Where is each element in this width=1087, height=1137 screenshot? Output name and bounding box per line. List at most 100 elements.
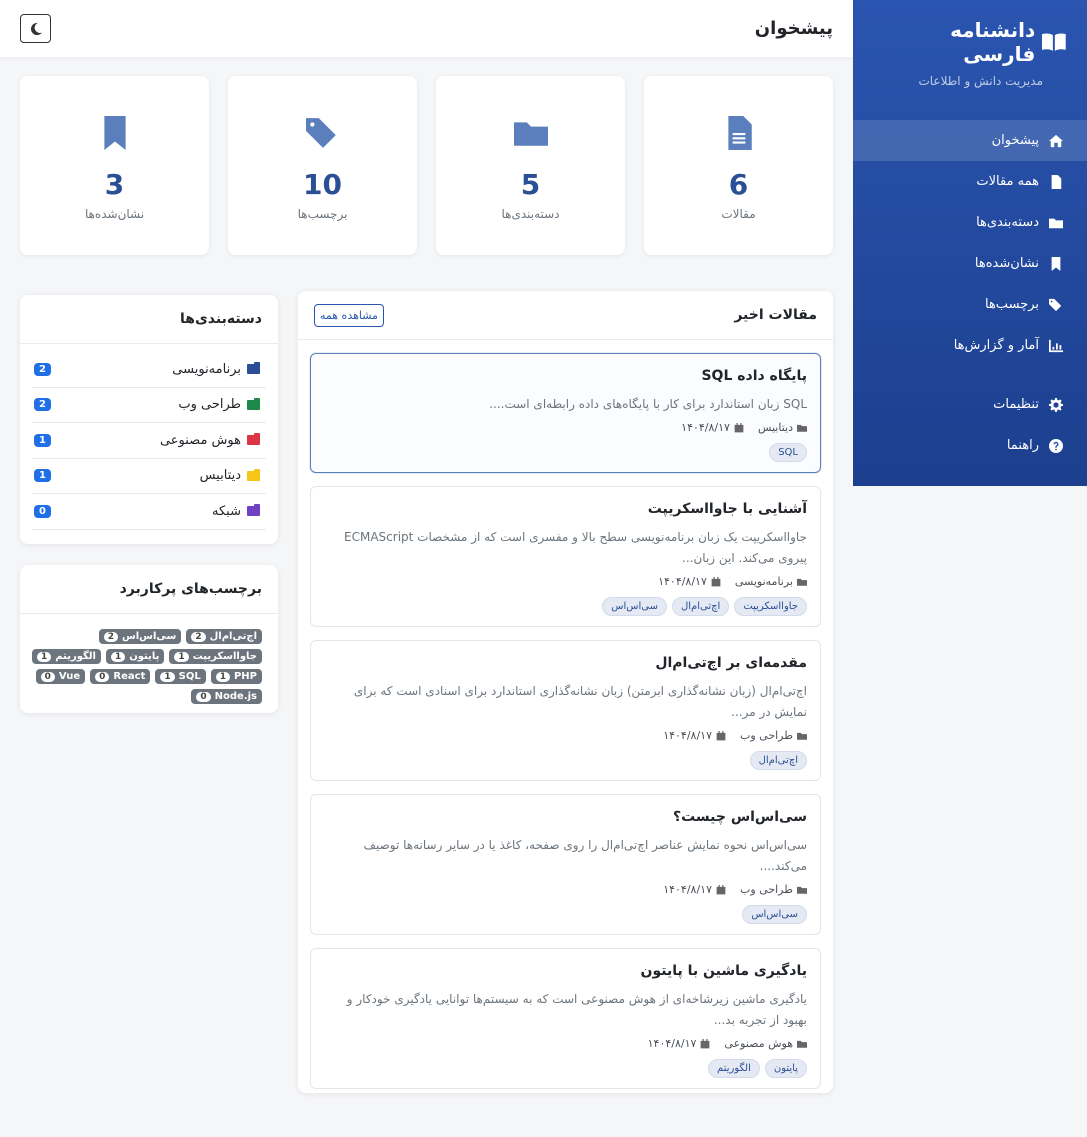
article-meta: دیتابیس ۱۴۰۴/۸/۱۷ — [324, 421, 807, 434]
stat-value: 10 — [303, 168, 342, 201]
tag-count: 1 — [174, 651, 189, 662]
folder-icon — [797, 1040, 807, 1048]
cloud-tag[interactable]: Vue 0 — [35, 669, 86, 684]
calendar-icon — [701, 1038, 710, 1048]
moon-icon — [30, 22, 42, 35]
tag-name: Node.js — [214, 691, 257, 702]
article-title[interactable]: سی‌اس‌اس چیست؟ — [324, 809, 807, 825]
recent-articles-card: مقالات اخیر مشاهده همه پایگاه داده SQL S… — [298, 291, 833, 1093]
cloud-tag[interactable]: جاوااسکریپت 1 — [169, 649, 262, 664]
sidebar-item-label: پیشخوان — [991, 133, 1039, 148]
cloud-tag[interactable]: پایتون 1 — [105, 649, 165, 664]
sidebar-item-label: برچسب‌ها — [984, 297, 1039, 312]
cloud-tag[interactable]: اچ‌تی‌ام‌ال 2 — [186, 629, 262, 644]
category-count-badge: 1 — [34, 469, 51, 483]
article-item[interactable]: یادگیری ماشین با پایتون یادگیری ماشین زی… — [310, 948, 821, 1089]
tag-count: 1 — [37, 651, 52, 662]
article-item[interactable]: آشنایی با جاوااسکریپت جاوااسکریپت یک زبا… — [310, 486, 821, 627]
article-tag[interactable]: سی‌اس‌اس — [602, 597, 667, 616]
article-tags: پایتون الگوریتم — [324, 1059, 807, 1078]
cloud-tag[interactable]: الگوریتم 1 — [32, 649, 101, 664]
view-all-button[interactable]: مشاهده همه — [314, 303, 384, 327]
page-title: پیشخوان — [754, 18, 833, 39]
category-item[interactable]: شبکه 0 — [32, 494, 266, 530]
cloud-tag[interactable]: PHP 1 — [210, 669, 262, 684]
stat-card-categories[interactable]: 5 دسته‌بندی‌ها — [436, 76, 625, 255]
article-title[interactable]: پایگاه داده SQL — [324, 368, 807, 384]
recent-articles-title: مقالات اخیر — [734, 307, 817, 323]
category-item[interactable]: هوش مصنوعی 1 — [32, 423, 266, 459]
article-tag[interactable]: الگوریتم — [708, 1059, 760, 1078]
category-item[interactable]: دیتابیس 1 — [32, 459, 266, 494]
folder-icon — [797, 886, 807, 894]
category-item[interactable]: برنامه‌نویسی 2 — [32, 352, 266, 388]
article-excerpt: جاوااسکریپت یک زبان برنامه‌نویسی سطح بال… — [344, 530, 807, 565]
cloud-tag[interactable]: Node.js 0 — [191, 689, 262, 704]
chart-icon — [1049, 339, 1063, 352]
categories-card: دسته‌بندی‌ها برنامه‌نویسی 2 طراحی وب 2 ه… — [20, 295, 278, 544]
sidebar-item-articles[interactable]: همه مقالات — [853, 161, 1087, 202]
sidebar: دانشنامه فارسی مدیریت دانش و اطلاعات پیش… — [853, 0, 1087, 486]
article-title[interactable]: مقدمه‌ای بر اچ‌تی‌ام‌ال — [324, 655, 807, 671]
sidebar-item-help[interactable]: راهنما — [853, 425, 1087, 466]
sidebar-item-bookmarks[interactable]: نشان‌شده‌ها — [853, 243, 1087, 284]
folder-icon — [1049, 218, 1063, 228]
stat-label: دسته‌بندی‌ها — [501, 207, 560, 221]
sidebar-item-reports[interactable]: آمار و گزارش‌ها — [853, 325, 1087, 366]
tag-cloud: اچ‌تی‌ام‌ال 2 سی‌اس‌اس 2 جاوااسکریپت 1 پایت… — [20, 614, 278, 704]
article-meta: برنامه‌نویسی ۱۴۰۴/۸/۱۷ — [324, 575, 807, 588]
cloud-tag[interactable]: React 0 — [90, 669, 151, 684]
article-title[interactable]: یادگیری ماشین با پایتون — [324, 963, 807, 979]
home-icon — [1049, 134, 1063, 147]
folder-icon — [513, 122, 548, 146]
category-name: برنامه‌نویسی — [172, 361, 241, 377]
category-name: شبکه — [212, 503, 241, 519]
article-category: طراحی وب — [739, 883, 793, 896]
cloud-tag[interactable]: SQL 1 — [155, 669, 206, 684]
tag-count: 0 — [196, 691, 211, 702]
stat-value: 6 — [728, 168, 749, 201]
file-icon — [727, 116, 752, 150]
article-tag[interactable]: اچ‌تی‌ام‌ال — [671, 597, 730, 616]
article-item[interactable]: مقدمه‌ای بر اچ‌تی‌ام‌ال اچ‌تی‌ام‌ال (زبا… — [310, 640, 821, 781]
stat-card-articles[interactable]: 6 مقالات — [644, 76, 833, 255]
folder-icon — [797, 424, 807, 432]
article-tags: اچ‌تی‌ام‌ال — [324, 751, 807, 770]
article-excerpt: یادگیری ماشین زیرشاخه‌ای از هوش مصنوعی ا… — [346, 992, 807, 1027]
calendar-icon — [716, 884, 726, 894]
article-tag[interactable]: پایتون — [764, 1059, 807, 1078]
article-tag[interactable]: اچ‌تی‌ام‌ال — [749, 751, 807, 770]
category-count-badge: 2 — [34, 398, 51, 412]
article-item[interactable]: پایگاه داده SQL SQL زبان استاندارد برای … — [310, 353, 821, 473]
cloud-tag[interactable]: سی‌اس‌اس 2 — [98, 629, 182, 644]
tag-count: 1 — [110, 651, 126, 662]
article-tag[interactable]: جاوااسکریپت — [734, 597, 807, 616]
folder-icon — [247, 433, 260, 446]
article-title[interactable]: آشنایی با جاوااسکریپت — [324, 501, 807, 517]
calendar-icon — [734, 422, 744, 432]
brand: دانشنامه فارسی مدیریت دانش و اطلاعات — [853, 0, 1087, 88]
file-icon — [1051, 174, 1062, 189]
article-meta: هوش مصنوعی ۱۴۰۴/۸/۱۷ — [324, 1037, 807, 1050]
tag-count: 1 — [160, 671, 175, 682]
tags-icon — [305, 118, 336, 148]
article-tag[interactable]: SQL — [769, 443, 807, 462]
sidebar-item-settings[interactable]: تنظیمات — [853, 384, 1087, 425]
theme-toggle-button[interactable] — [20, 14, 51, 43]
popular-tags-card: برچسب‌های پرکاربرد اچ‌تی‌ام‌ال 2 سی‌اس‌اس… — [20, 565, 278, 713]
tag-name: اچ‌تی‌ام‌ال — [209, 631, 257, 642]
category-name: دیتابیس — [199, 468, 241, 484]
article-item[interactable]: سی‌اس‌اس چیست؟ سی‌اس‌اس نحوه نمایش عناصر… — [310, 794, 821, 935]
category-item[interactable]: طراحی وب 2 — [32, 388, 266, 423]
stat-card-tags[interactable]: 10 برچسب‌ها — [228, 76, 417, 255]
stat-card-bookmarks[interactable]: 3 نشان‌شده‌ها — [20, 76, 209, 255]
sidebar-item-categories[interactable]: دسته‌بندی‌ها — [853, 202, 1087, 243]
sidebar-item-tags[interactable]: برچسب‌ها — [853, 284, 1087, 325]
recent-articles-header: مقالات اخیر مشاهده همه — [298, 291, 833, 340]
sidebar-item-dashboard[interactable]: پیشخوان — [853, 120, 1087, 161]
article-excerpt: اچ‌تی‌ام‌ال (زبان نشانه‌گذاری ابرمتن) زب… — [353, 684, 807, 719]
brand-title[interactable]: دانشنامه فارسی — [873, 18, 1067, 66]
category-name: طراحی وب — [178, 397, 241, 413]
tag-name: PHP — [233, 671, 257, 682]
article-tag[interactable]: سی‌اس‌اس — [742, 905, 807, 924]
